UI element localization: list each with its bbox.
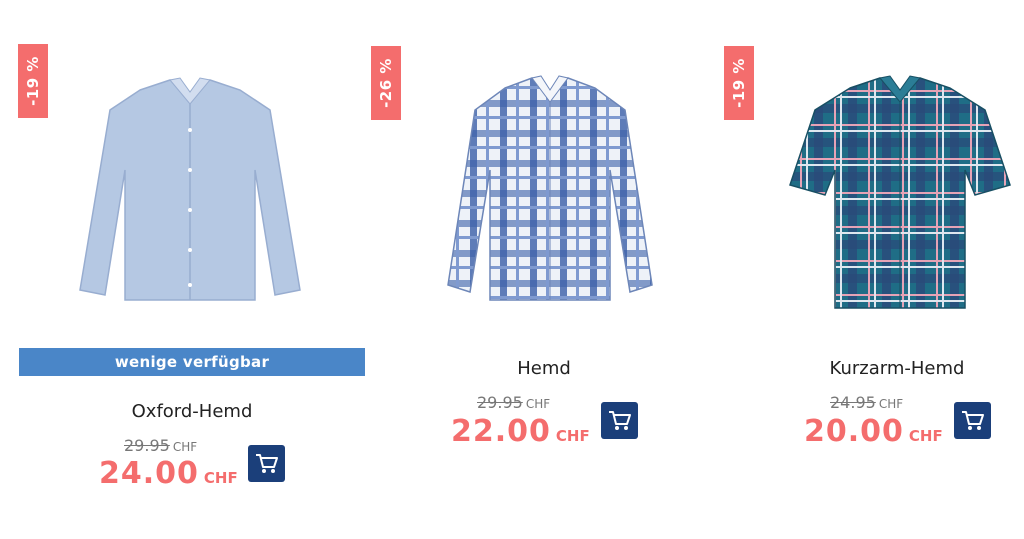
old-price-currency: CHF — [172, 440, 198, 454]
shirt-image[interactable] — [70, 70, 310, 315]
sale-price-value: 22.00 — [451, 414, 551, 449]
product-name[interactable]: Kurzarm-Hemd — [705, 358, 1024, 379]
sale-price-currency: CHF — [203, 469, 238, 487]
sale-price-currency: CHF — [555, 427, 590, 445]
product-name[interactable]: Oxford-Hemd — [0, 401, 384, 422]
discount-badge: -26 % — [371, 46, 401, 120]
old-price-currency: CHF — [525, 397, 551, 411]
old-price-value: 24.95 — [830, 393, 876, 412]
sale-price: 24.00 CHF — [99, 456, 238, 491]
discount-badge: -19 % — [724, 46, 754, 120]
add-to-cart-button[interactable] — [601, 402, 638, 439]
old-price: 29.95 CHF — [477, 393, 550, 412]
add-to-cart-button[interactable] — [954, 402, 991, 439]
availability-banner: wenige verfügbar — [19, 348, 365, 376]
old-price: 29.95 CHF — [124, 436, 197, 455]
sale-price: 22.00 CHF — [451, 414, 590, 449]
old-price-value: 29.95 — [477, 393, 523, 412]
sale-price-value: 24.00 — [99, 456, 199, 491]
shirt-image[interactable] — [440, 70, 660, 310]
old-price: 24.95 CHF — [830, 393, 903, 412]
shopping-cart-icon — [961, 410, 984, 430]
old-price-currency: CHF — [878, 397, 904, 411]
sale-price: 20.00 CHF — [804, 414, 943, 449]
shopping-cart-icon — [608, 410, 631, 430]
add-to-cart-button[interactable] — [248, 445, 285, 482]
sale-price-currency: CHF — [908, 427, 943, 445]
old-price-value: 29.95 — [124, 436, 170, 455]
shirt-image[interactable] — [780, 70, 1020, 315]
discount-badge: -19 % — [18, 44, 48, 118]
shopping-cart-icon — [255, 453, 278, 473]
sale-price-value: 20.00 — [804, 414, 904, 449]
product-name[interactable]: Hemd — [352, 358, 736, 379]
